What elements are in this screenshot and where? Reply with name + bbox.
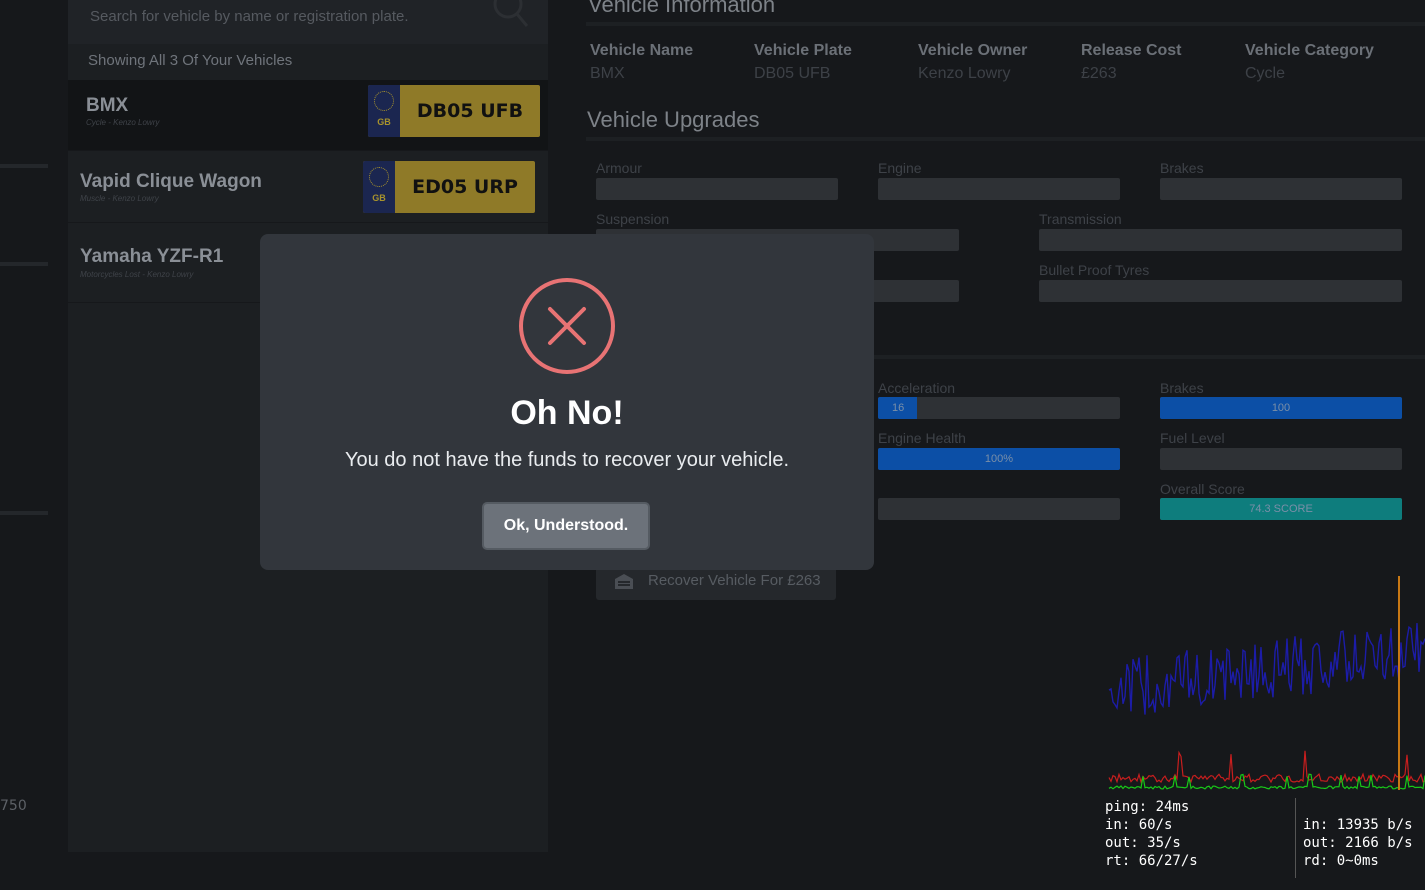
section-divider [586, 137, 1425, 141]
eu-stars-icon [369, 167, 389, 187]
vehicle-name: Vapid Clique Wagon [80, 171, 262, 192]
bullet-proof-tyres-bar [1039, 280, 1402, 302]
vehicle-information-title: Vehicle Information [588, 0, 776, 17]
plate-number: ED05 URP [412, 176, 518, 198]
engine-label: Engine [878, 160, 922, 176]
vehicle-name: Yamaha YZF-R1 [80, 246, 224, 267]
release-cost-value: £263 [1081, 65, 1117, 82]
netgraph-stats-right: in: 13935 b/s out: 2166 b/s rd: 0~0ms [1303, 817, 1413, 869]
release-cost-label: Release Cost [1081, 42, 1182, 59]
modal-message: You do not have the funds to recover you… [345, 449, 789, 471]
suspension-label: Suspension [596, 211, 670, 227]
plate-flag-band: GB [363, 161, 395, 213]
overall-score-value: 74.3 SCORE [1249, 503, 1313, 515]
search-input[interactable] [88, 0, 472, 32]
garage-icon [615, 574, 633, 589]
eu-stars-icon [374, 91, 394, 111]
ok-understood-button[interactable]: Ok, Understood. [482, 502, 650, 550]
transmission-label: Transmission [1039, 211, 1122, 227]
netgraph-red-line [1108, 750, 1425, 784]
brakes-bar: 100 [1160, 397, 1402, 419]
plate-country: GB [377, 117, 391, 127]
netgraph-divider [1295, 798, 1296, 878]
acceleration-value: 16 [892, 402, 905, 414]
transmission-bar [1039, 229, 1402, 251]
vehicle-upgrades-title: Vehicle Upgrades [587, 107, 760, 132]
license-plate: GB DB05 UFB [368, 85, 540, 137]
vehicle-list-item[interactable]: BMX Cycle - Kenzo Lowry GB DB05 UFB [68, 80, 548, 151]
vehicle-plate-label: Vehicle Plate [754, 42, 852, 59]
section-divider [586, 22, 1425, 26]
overall-score-bar: 74.3 SCORE [1160, 498, 1402, 520]
engine-bar [878, 178, 1120, 200]
edge-number: 750 [0, 798, 27, 814]
plate-country: GB [372, 193, 386, 203]
plate-flag-band: GB [368, 85, 400, 137]
acceleration-bar: 16 [878, 397, 1120, 419]
vehicle-name-label: Vehicle Name [590, 42, 694, 59]
netgraph-blue-line [1108, 623, 1425, 715]
edge-divider [0, 511, 48, 515]
brakes-upgrade-bar [1160, 178, 1402, 200]
vehicle-category-value: Cycle [1245, 65, 1286, 82]
edge-divider [0, 262, 48, 266]
engine-health-bar: 100% [878, 448, 1120, 470]
acceleration-label: Acceleration [878, 380, 956, 396]
brakes-value: 100 [1271, 402, 1291, 414]
vehicle-count-label: Showing All 3 Of Your Vehicles [88, 52, 293, 69]
fuel-level-label: Fuel Level [1160, 430, 1225, 446]
netgraph-stats-left: ping: 24ms in: 60/s out: 35/s rt: 66/27/… [1105, 799, 1198, 869]
vehicle-owner-label: Vehicle Owner [918, 42, 1028, 59]
vehicle-subtitle: Muscle - Kenzo Lowry [80, 194, 159, 203]
vehicle-owner-value: Kenzo Lowry [918, 65, 1011, 82]
vehicle-name-value: BMX [590, 65, 625, 82]
vehicle-name: BMX [86, 95, 129, 116]
engine-health-label: Engine Health [878, 430, 966, 446]
error-x-icon [519, 278, 615, 374]
vehicle-subtitle: Cycle - Kenzo Lowry [86, 118, 160, 127]
license-plate: GB ED05 URP [363, 161, 535, 213]
overall-score-label: Overall Score [1160, 481, 1245, 497]
error-modal: Oh No! You do not have the funds to reco… [260, 234, 874, 570]
vehicle-category-label: Vehicle Category [1245, 42, 1374, 59]
search-icon[interactable] [491, 0, 529, 32]
brakes-upgrade-label: Brakes [1160, 160, 1204, 176]
engine-health-value: 100% [984, 453, 1014, 465]
fuel-level-bar [1160, 448, 1402, 470]
edge-divider [0, 164, 48, 168]
armour-bar [596, 178, 838, 200]
brakes-label: Brakes [1160, 380, 1204, 396]
network-graph [1108, 576, 1425, 790]
vehicle-list-item[interactable]: Vapid Clique Wagon Muscle - Kenzo Lowry … [68, 152, 548, 223]
search-box [68, 0, 548, 44]
plate-number: DB05 UFB [416, 100, 524, 122]
bullet-proof-tyres-label: Bullet Proof Tyres [1039, 262, 1150, 278]
body-health-bar [878, 498, 1120, 520]
vehicle-subtitle: Motorcycles Lost - Kenzo Lowry [80, 270, 194, 279]
modal-title: Oh No! [510, 394, 624, 432]
vehicle-plate-value: DB05 UFB [754, 65, 831, 82]
armour-label: Armour [596, 160, 642, 176]
